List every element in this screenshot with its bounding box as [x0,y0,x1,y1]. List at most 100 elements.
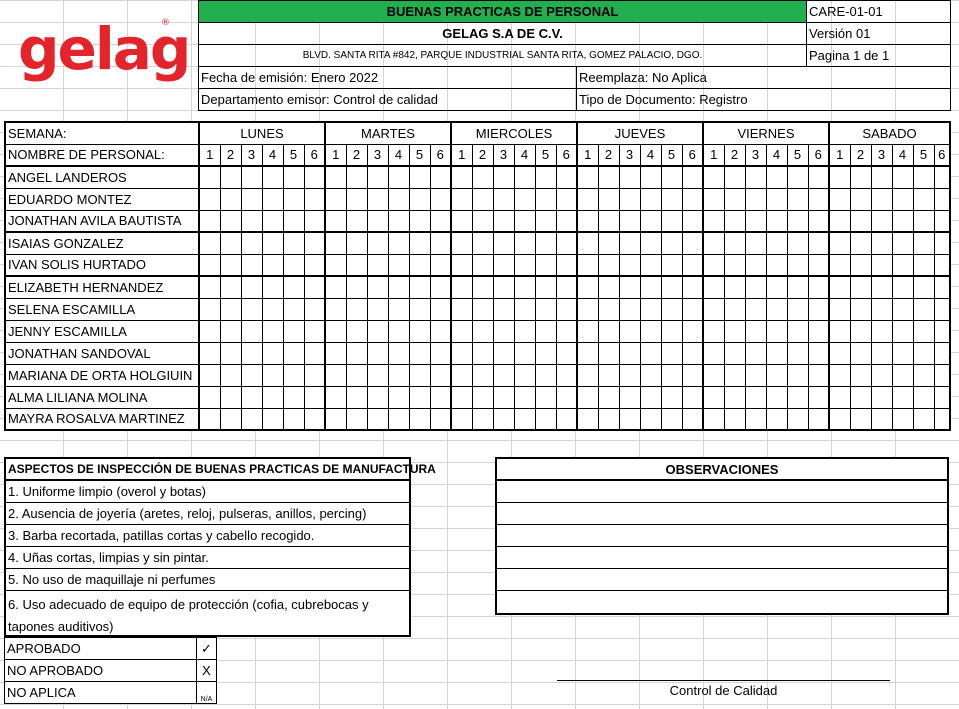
inspection-cell[interactable] [828,297,851,321]
inspection-cell[interactable] [639,165,662,189]
inspection-cell[interactable] [240,319,263,343]
inspection-cell[interactable] [471,165,494,189]
inspection-cell[interactable] [387,407,410,431]
inspection-cell[interactable] [408,187,431,211]
inspection-cell[interactable] [450,341,473,365]
inspection-cell[interactable] [303,297,326,321]
inspection-cell[interactable] [828,275,851,299]
inspection-cell[interactable] [282,363,305,387]
inspection-cell[interactable] [891,407,914,431]
inspection-cell[interactable] [912,231,935,255]
inspection-cell[interactable] [555,165,578,189]
inspection-cell[interactable] [912,319,935,343]
inspection-cell[interactable] [303,187,326,211]
inspection-cell[interactable] [702,385,725,409]
inspection-cell[interactable] [408,319,431,343]
inspection-cell[interactable] [597,407,620,431]
inspection-cell[interactable] [408,253,431,277]
inspection-cell[interactable] [261,319,284,343]
inspection-cell[interactable] [870,275,893,299]
inspection-cell[interactable] [471,385,494,409]
inspection-cell[interactable] [303,385,326,409]
inspection-cell[interactable] [618,231,641,255]
inspection-cell[interactable] [933,385,951,409]
inspection-cell[interactable] [240,363,263,387]
inspection-cell[interactable] [660,253,683,277]
inspection-cell[interactable] [324,363,347,387]
inspection-cell[interactable] [513,209,536,233]
inspection-cell[interactable] [723,363,746,387]
inspection-cell[interactable] [219,253,242,277]
inspection-cell[interactable] [345,385,368,409]
inspection-cell[interactable] [660,341,683,365]
inspection-cell[interactable] [849,363,872,387]
inspection-cell[interactable] [807,319,830,343]
inspection-cell[interactable] [786,341,809,365]
inspection-cell[interactable] [240,385,263,409]
inspection-cell[interactable] [702,275,725,299]
inspection-cell[interactable] [492,231,515,255]
inspection-cell[interactable] [744,319,767,343]
inspection-cell[interactable] [849,297,872,321]
inspection-cell[interactable] [597,165,620,189]
inspection-cell[interactable] [828,385,851,409]
inspection-cell[interactable] [807,385,830,409]
inspection-cell[interactable] [912,275,935,299]
inspection-cell[interactable] [261,407,284,431]
inspection-cell[interactable] [765,385,788,409]
inspection-cell[interactable] [471,187,494,211]
inspection-cell[interactable] [702,341,725,365]
inspection-cell[interactable] [324,341,347,365]
inspection-cell[interactable] [681,407,704,431]
inspection-cell[interactable] [870,165,893,189]
inspection-cell[interactable] [639,385,662,409]
inspection-cell[interactable] [786,385,809,409]
inspection-cell[interactable] [429,297,452,321]
inspection-cell[interactable] [933,341,951,365]
inspection-cell[interactable] [345,209,368,233]
inspection-cell[interactable] [702,297,725,321]
inspection-cell[interactable] [933,297,951,321]
inspection-cell[interactable] [891,253,914,277]
inspection-cell[interactable] [597,231,620,255]
inspection-cell[interactable] [492,165,515,189]
inspection-cell[interactable] [555,385,578,409]
inspection-cell[interactable] [492,209,515,233]
inspection-cell[interactable] [324,231,347,255]
inspection-cell[interactable] [534,231,557,255]
inspection-cell[interactable] [555,231,578,255]
inspection-cell[interactable] [450,407,473,431]
inspection-cell[interactable] [618,363,641,387]
inspection-cell[interactable] [219,187,242,211]
inspection-cell[interactable] [744,341,767,365]
inspection-cell[interactable] [513,187,536,211]
inspection-cell[interactable] [429,209,452,233]
inspection-cell[interactable] [597,187,620,211]
inspection-cell[interactable] [639,319,662,343]
observation-line[interactable] [497,525,947,547]
inspection-cell[interactable] [639,363,662,387]
inspection-cell[interactable] [576,319,599,343]
inspection-cell[interactable] [345,231,368,255]
inspection-cell[interactable] [450,363,473,387]
inspection-cell[interactable] [870,231,893,255]
inspection-cell[interactable] [513,165,536,189]
inspection-cell[interactable] [303,253,326,277]
inspection-cell[interactable] [597,363,620,387]
inspection-cell[interactable] [849,319,872,343]
inspection-cell[interactable] [261,209,284,233]
inspection-cell[interactable] [198,253,221,277]
inspection-cell[interactable] [828,363,851,387]
inspection-cell[interactable] [261,341,284,365]
inspection-cell[interactable] [492,275,515,299]
inspection-cell[interactable] [933,363,951,387]
inspection-cell[interactable] [681,363,704,387]
inspection-cell[interactable] [618,407,641,431]
inspection-cell[interactable] [471,231,494,255]
inspection-cell[interactable] [324,187,347,211]
inspection-cell[interactable] [576,341,599,365]
inspection-cell[interactable] [870,385,893,409]
inspection-cell[interactable] [534,363,557,387]
inspection-cell[interactable] [849,341,872,365]
inspection-cell[interactable] [660,407,683,431]
